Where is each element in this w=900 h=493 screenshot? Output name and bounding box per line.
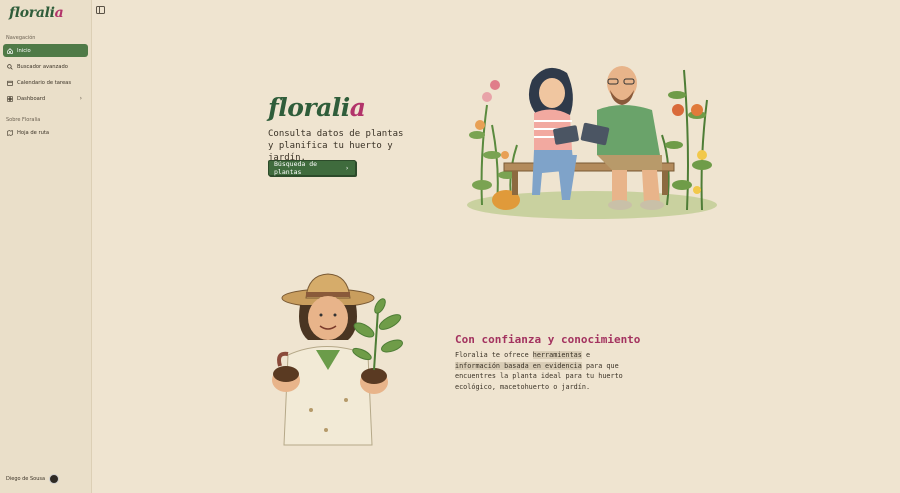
search-icon [7, 63, 13, 70]
avatar [49, 474, 60, 484]
about-section-label: Sobre Floralia [6, 117, 41, 123]
plant-search-button[interactable]: Búsqueda de plantas › [268, 160, 356, 176]
nav-section-label: Navegación [6, 35, 36, 41]
sidebar-item-buscador[interactable]: Buscador avanzado [3, 60, 88, 73]
sidebar-item-label: Dashboard [17, 95, 46, 102]
hero-tagline: Consulta datos de plantas y planifica tu… [268, 129, 404, 163]
sidebar-item-label: Buscador avanzado [17, 63, 68, 70]
garden-couple-illustration [467, 66, 717, 219]
sidebar-item-label: Hoja de ruta [17, 129, 50, 136]
sidebar-toggle-icon[interactable] [96, 6, 105, 14]
sidebar-item-dashboard[interactable]: Dashboard › [3, 92, 88, 105]
home-icon [7, 47, 13, 54]
sidebar-item-inicio[interactable]: Inicio [3, 44, 88, 57]
highlight-evidence: información basada en evidencia [455, 361, 582, 370]
user-name: Diego de Sousa [6, 476, 46, 482]
chevron-right-icon: › [345, 164, 349, 172]
gardener-illustration [272, 273, 403, 446]
user-profile[interactable]: Diego de Sousa [6, 474, 60, 484]
highlight-tools: herramientas [532, 351, 582, 359]
feature-body: Floralia te ofrece herramientas e inform… [455, 351, 623, 391]
sidebar-logo[interactable]: floralia [9, 5, 64, 21]
sidebar: floralia Navegación Inicio Buscador avan… [0, 0, 92, 493]
sidebar-item-calendario[interactable]: Calendario de tareas [3, 76, 88, 89]
chevron-right-icon: › [79, 95, 82, 102]
cta-label: Búsqueda de plantas [274, 160, 318, 176]
sidebar-item-label: Calendario de tareas [17, 79, 72, 86]
dashboard-icon [7, 95, 13, 102]
calendar-icon [7, 80, 13, 86]
sidebar-item-hoja-de-ruta[interactable]: Hoja de ruta [3, 126, 88, 139]
map-icon [7, 129, 13, 136]
hero-logo: floralia [268, 93, 366, 122]
sidebar-item-label: Inicio [17, 47, 31, 54]
feature-title: Con confianza y conocimiento [455, 333, 641, 346]
